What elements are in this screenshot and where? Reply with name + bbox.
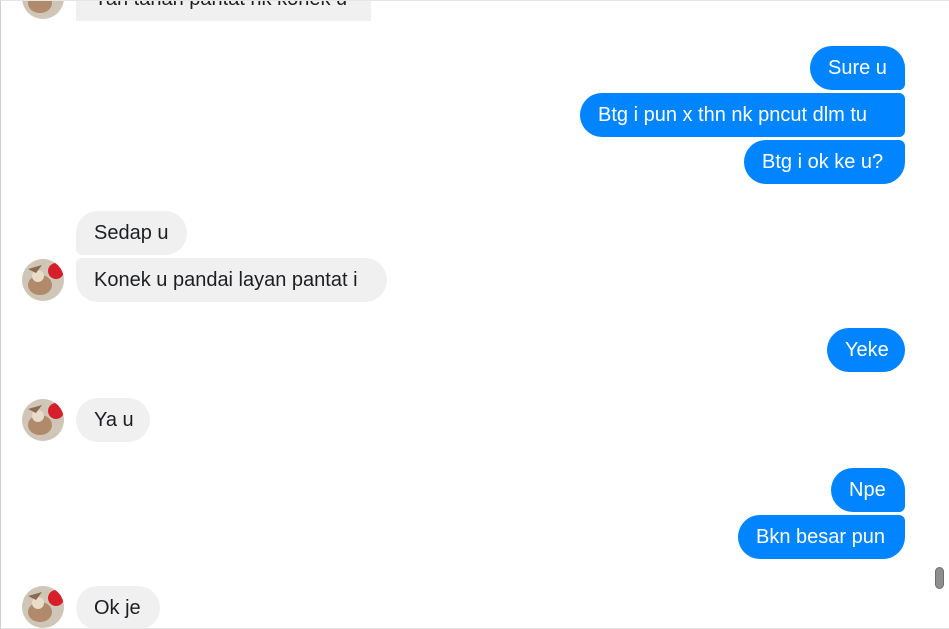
message-bubble-incoming[interactable]: Ok je	[76, 586, 160, 628]
message-text: Ok je	[94, 597, 141, 619]
message-text: Yeke	[845, 339, 889, 361]
message-bubble-incoming[interactable]: Ya u	[76, 398, 150, 442]
message-bubble-outgoing[interactable]: Btg i ok ke u?	[744, 140, 905, 184]
message-bubble-outgoing[interactable]: Yeke	[827, 328, 905, 372]
message-text: Yan tahan pantat nk konek u	[94, 1, 347, 10]
scrollbar-thumb[interactable]	[935, 567, 944, 589]
message-text: Sedap u	[94, 222, 169, 244]
contact-avatar[interactable]	[22, 1, 64, 19]
message-bubble-outgoing[interactable]: Btg i pun x thn nk pncut dlm tu	[580, 93, 905, 137]
message-bubble-incoming[interactable]: Yan tahan pantat nk konek u	[76, 1, 371, 21]
message-text: Sure u	[828, 57, 887, 79]
contact-avatar[interactable]	[22, 399, 64, 441]
message-text: Konek u pandai layan pantat i	[94, 269, 358, 291]
message-text: Btg i ok ke u?	[762, 151, 884, 173]
contact-avatar[interactable]	[22, 259, 64, 301]
message-text: Btg i pun x thn nk pncut dlm tu	[598, 104, 868, 126]
message-bubble-outgoing[interactable]: Npe	[831, 468, 905, 512]
message-bubble-outgoing[interactable]: Bkn besar pun	[738, 515, 905, 559]
message-text: Ya u	[94, 409, 134, 431]
message-bubble-incoming[interactable]: Sedap u	[76, 211, 187, 255]
contact-avatar[interactable]	[22, 586, 64, 628]
message-bubble-outgoing[interactable]: Sure u	[810, 46, 905, 90]
message-text: Npe	[849, 479, 886, 501]
chat-window: Yan tahan pantat nk konek u Sure u Btg i…	[0, 0, 949, 629]
message-bubble-incoming[interactable]: Konek u pandai layan pantat i	[76, 258, 387, 302]
message-text: Bkn besar pun	[756, 526, 885, 548]
